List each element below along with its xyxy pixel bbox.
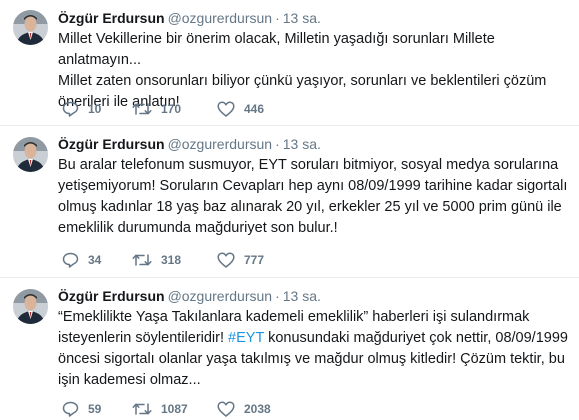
reply-icon — [62, 252, 79, 268]
retweet-icon — [132, 403, 152, 415]
tweet-text-line: yetişemiyorum! Soruların Cevapları hep a… — [58, 178, 568, 194]
retweet-button[interactable]: 318 — [132, 250, 181, 270]
tweet-header: Özgür Erdursun @ozgurerdursun · 13 sa. — [58, 287, 321, 305]
reply-icon — [62, 401, 79, 417]
tweet[interactable]: Özgür Erdursun @ozgurerdursun · 13 sa. Mill… — [0, 0, 579, 126]
retweet-button[interactable]: 170 — [132, 99, 181, 119]
timestamp[interactable]: 13 sa. — [283, 288, 321, 304]
tweet-text-line: öncesi sigortalı olanlar yaşa takılmış v… — [58, 351, 565, 367]
retweet-count: 1087 — [161, 402, 188, 416]
like-count: 777 — [244, 253, 265, 267]
like-button[interactable]: 446 — [217, 99, 264, 119]
retweet-icon — [132, 103, 152, 115]
display-name[interactable]: Özgür Erdursun — [58, 10, 165, 26]
tweet-feed: Özgür Erdursun @ozgurerdursun · 13 sa. Mill… — [0, 0, 579, 420]
heart-icon — [217, 401, 235, 417]
tweet-text-line: Millet zaten onsorunları biliyor çünkü y… — [58, 73, 547, 89]
like-button[interactable]: 2038 — [217, 399, 271, 419]
hashtag-link[interactable]: #EYT — [228, 330, 264, 346]
tweet-text: “Emeklilikte Yaşa Takılanlara kademeli e… — [58, 307, 573, 391]
separator-dot: · — [275, 10, 280, 26]
tweet-text-line: işin kademesi olmaz... — [58, 372, 201, 388]
separator-dot: · — [275, 136, 280, 152]
separator-dot: · — [275, 288, 280, 304]
tweet-text-line: “Emeklilikte Yaşa Takılanlara kademeli e… — [58, 309, 530, 325]
retweet-count: 170 — [161, 102, 182, 116]
tweet-text-line: emeklilik durumunda mağduriyet son bulur… — [58, 220, 338, 236]
heart-icon — [217, 101, 235, 117]
display-name[interactable]: Özgür Erdursun — [58, 136, 165, 152]
display-name[interactable]: Özgür Erdursun — [58, 288, 165, 304]
like-count: 446 — [244, 102, 265, 116]
tweet-header: Özgür Erdursun @ozgurerdursun · 13 sa. — [58, 9, 321, 27]
tweet-text-line: Bu aralar telefonum susmuyor, EYT sorula… — [58, 157, 559, 173]
reply-button[interactable]: 10 — [62, 99, 101, 119]
like-count: 2038 — [244, 402, 271, 416]
tweet-text-line: olmuş kadınlar 18 yaş baz alınarak 20 yı… — [58, 199, 562, 215]
tweet-text-line: Millet Vekillerine bir önerim olacak, Mi… — [58, 31, 495, 68]
user-handle[interactable]: @ozgurerdursun — [168, 288, 273, 304]
reply-button[interactable]: 59 — [62, 399, 101, 419]
retweet-icon — [132, 254, 152, 266]
timestamp[interactable]: 13 sa. — [283, 10, 321, 26]
heart-icon — [217, 252, 235, 268]
avatar[interactable] — [13, 289, 48, 324]
tweet-text-line: isteyenlerin söylentileridir! #EYT konus… — [58, 328, 573, 349]
tweet-text-segment: konusundaki mağduriyet çok nettir, 08/09… — [264, 330, 568, 346]
tweet-header: Özgür Erdursun @ozgurerdursun · 13 sa. — [58, 135, 321, 153]
reply-button[interactable]: 34 — [62, 250, 101, 270]
tweet[interactable]: Özgür Erdursun @ozgurerdursun · 13 sa. “Eme… — [0, 278, 579, 420]
retweet-count: 318 — [161, 253, 182, 267]
tweet-text-segment: isteyenlerin söylentileridir! — [58, 330, 229, 346]
profile-photo — [13, 137, 48, 172]
avatar[interactable] — [13, 10, 48, 45]
user-handle[interactable]: @ozgurerdursun — [168, 10, 273, 26]
reply-icon — [62, 101, 79, 117]
user-handle[interactable]: @ozgurerdursun — [168, 136, 273, 152]
reply-count: 34 — [88, 253, 102, 267]
tweet[interactable]: Özgür Erdursun @ozgurerdursun · 13 sa. Bu a… — [0, 126, 579, 278]
retweet-button[interactable]: 1087 — [132, 399, 188, 419]
tweet-text: Bu aralar telefonum susmuyor, EYT sorula… — [58, 155, 573, 239]
profile-photo — [13, 289, 48, 324]
timestamp[interactable]: 13 sa. — [283, 136, 321, 152]
profile-photo — [13, 10, 48, 45]
reply-count: 10 — [88, 102, 102, 116]
avatar[interactable] — [13, 137, 48, 172]
reply-count: 59 — [88, 402, 102, 416]
like-button[interactable]: 777 — [217, 250, 264, 270]
